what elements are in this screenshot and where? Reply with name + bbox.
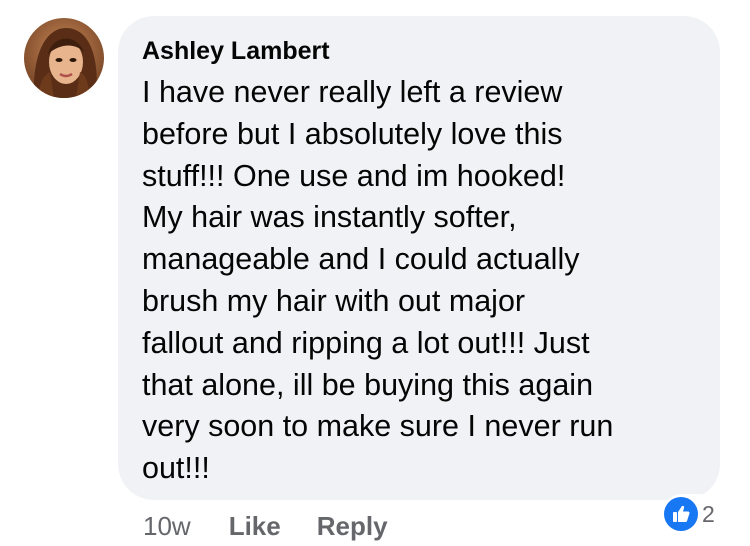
reaction-summary[interactable]: 2	[662, 494, 719, 534]
comment-line: manageable and I could actually	[142, 242, 580, 277]
comment-line: stuff!!! One use and im hooked!	[142, 158, 566, 193]
reaction-count: 2	[702, 500, 715, 527]
comment-line: I have never really left a review	[142, 75, 563, 109]
comment-author[interactable]: Ashley Lambert	[142, 34, 700, 68]
comment-line: fallout and ripping a lot out!!! Just	[142, 325, 590, 360]
comment-text: I have never really left a review before…	[142, 72, 700, 490]
avatar-image	[24, 18, 104, 98]
reply-button[interactable]: Reply	[317, 511, 388, 542]
comment-line: before but I absolutely love this	[142, 116, 563, 151]
comment-line: out!!!	[142, 451, 210, 486]
avatar[interactable]	[24, 18, 104, 98]
comment-timestamp[interactable]: 10w	[143, 511, 191, 542]
comment-bubble: Ashley Lambert I have never really left …	[118, 16, 720, 500]
comment-meta: 10w Like Reply	[143, 510, 424, 542]
comment-line: very soon to make sure I never run	[142, 409, 614, 444]
like-button[interactable]: Like	[229, 511, 281, 542]
comment: Ashley Lambert I have never really left …	[0, 0, 750, 546]
comment-line: that alone, ill be buying this again	[142, 367, 594, 402]
thumbs-up-icon	[664, 497, 698, 531]
comment-line: My hair was instantly softer,	[142, 200, 517, 235]
comment-line: brush my hair with out major	[142, 283, 526, 318]
